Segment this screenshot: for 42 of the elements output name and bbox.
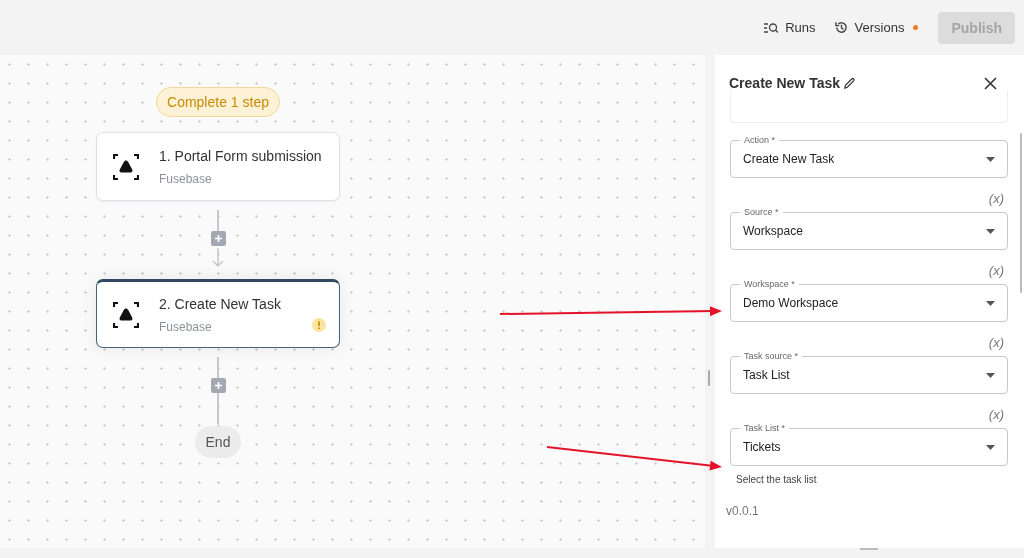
input-field[interactable] (730, 91, 1008, 123)
field-label: Source * (740, 207, 783, 217)
status-badge: Complete 1 step (156, 87, 280, 117)
dropdown-caret-icon (986, 300, 995, 306)
dropdown-caret-icon (986, 228, 995, 234)
version-label: v0.0.1 (726, 504, 760, 518)
app-logo-icon (113, 153, 139, 180)
step-app: Fusebase (159, 171, 213, 186)
add-step-button[interactable] (210, 378, 226, 393)
variable-toggle[interactable]: (x) (988, 192, 1004, 206)
dropdown-caret-icon (986, 444, 995, 450)
step-node[interactable]: 1. Portal Form submission Fusebase (96, 132, 340, 201)
end-node: End (194, 426, 242, 458)
plus-icon (213, 234, 223, 243)
dropdown-caret-icon (986, 372, 995, 378)
step-title: 2. Create New Task (159, 295, 281, 312)
dropdown-caret-icon (986, 156, 995, 162)
runs-button[interactable]: Runs (763, 20, 816, 35)
step-node[interactable]: 2. Create New Task Fusebase (96, 279, 340, 348)
close-icon[interactable] (984, 76, 997, 90)
arrow-down-icon (212, 248, 224, 268)
variable-toggle[interactable]: (x) (988, 336, 1004, 350)
add-step-button[interactable] (210, 231, 226, 246)
variable-toggle[interactable]: (x) (988, 408, 1004, 422)
list-search-icon (763, 21, 780, 34)
step-title: 1. Portal Form submission (159, 147, 322, 164)
scrollbar[interactable] (1020, 133, 1022, 293)
panel-title: Create New Task (729, 75, 840, 91)
field-label: Action * (740, 135, 780, 145)
helper-text: Select the task list (736, 474, 818, 485)
app-logo-icon (113, 301, 139, 328)
step-app: Fusebase (159, 319, 213, 334)
variable-toggle[interactable]: (x) (988, 264, 1004, 278)
field-label: Task List * (740, 423, 789, 433)
resize-handle[interactable] (708, 370, 710, 386)
pencil-icon[interactable] (843, 76, 856, 90)
resize-handle[interactable] (860, 548, 878, 550)
field-label: Workspace * (740, 279, 799, 289)
history-icon (833, 20, 849, 35)
field-label: Task source * (740, 351, 803, 361)
plus-icon (213, 381, 223, 390)
versions-button[interactable]: Versions (833, 20, 919, 35)
